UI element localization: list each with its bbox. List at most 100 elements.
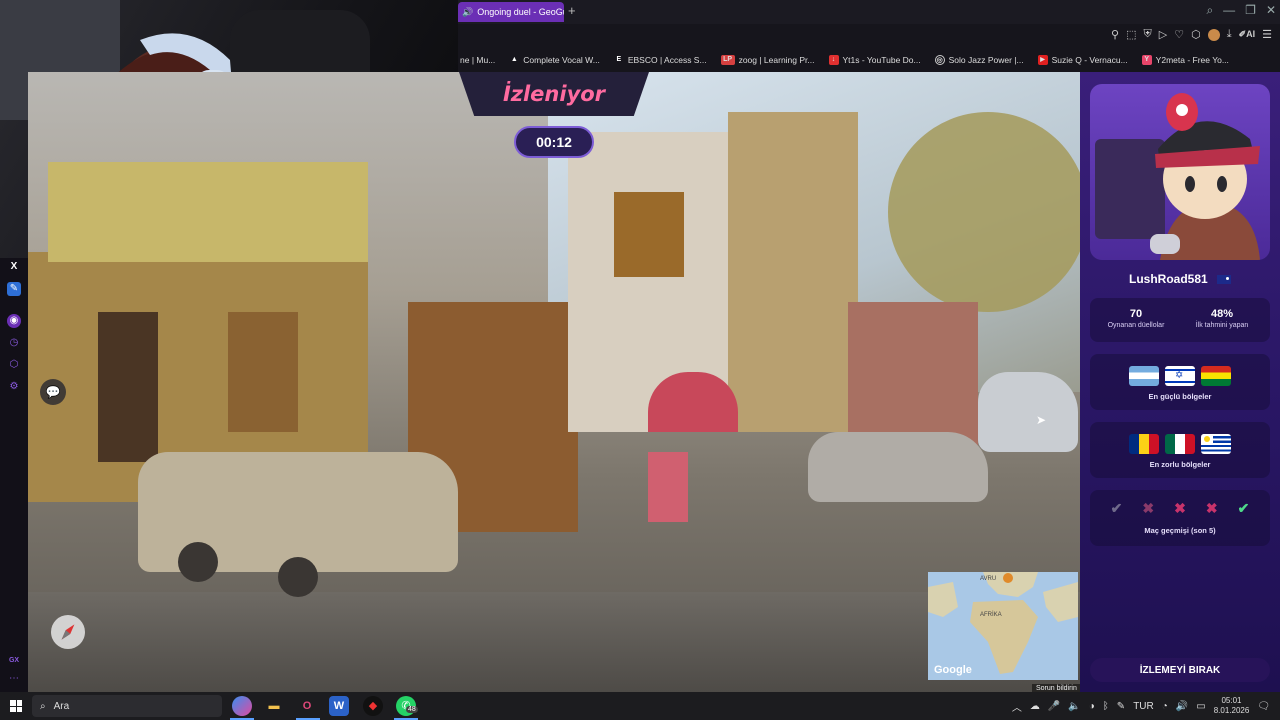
whatsapp-badge: 48 xyxy=(406,706,418,713)
browser-toolbar: ⚲ ⬚ ⛨ ▷ ♡ ⬡ ⤓ ✐AI ☰ xyxy=(458,24,1280,48)
street-view-building xyxy=(728,112,858,432)
globe-icon: ◎ xyxy=(934,55,945,65)
clock-time: 05:01 xyxy=(1221,696,1242,705)
ebsco-icon: E xyxy=(616,56,622,63)
weakest-regions-card: En zorlu bölgeler xyxy=(1090,422,1270,478)
snapshot-icon[interactable]: ⬚ xyxy=(1126,28,1136,41)
microphone-icon[interactable]: 🎤 xyxy=(1048,701,1060,712)
clock-date: 8.01.2026 xyxy=(1213,706,1250,715)
strongest-regions-label: En güçlü bölgeler xyxy=(1148,392,1212,401)
street-view[interactable] xyxy=(28,72,1080,692)
word-icon[interactable]: W xyxy=(329,696,349,716)
round-timer: 00:12 xyxy=(514,126,594,158)
street-view-car xyxy=(808,432,988,502)
ai-button[interactable]: ✐AI xyxy=(1239,29,1256,40)
bookmarks-bar: ne | Mu... ▲ Complete Vocal W... E EBSCO |… xyxy=(458,48,1280,72)
notes-icon[interactable]: ✎ xyxy=(7,282,21,296)
bluetooth-icon[interactable]: ᛒ xyxy=(1103,701,1109,712)
wifi-icon[interactable]: ◔ xyxy=(1162,701,1168,712)
notifications-icon[interactable]: 🗨 xyxy=(1257,701,1270,712)
player-icon[interactable]: ◉ xyxy=(7,314,21,328)
taskbar-search[interactable]: ⌕ Ara xyxy=(32,695,222,717)
youtube-icon: ▶ xyxy=(1037,55,1048,65)
battery-icon[interactable]: ▭ xyxy=(1196,701,1205,712)
history-result-icon: ✔ xyxy=(1110,500,1123,516)
settings-icon[interactable]: ⚙ xyxy=(7,380,21,394)
history-result-icon: ✖ xyxy=(1142,500,1155,516)
language-indicator[interactable]: TUR xyxy=(1133,701,1154,712)
opera-gx-icon[interactable]: O xyxy=(297,696,317,716)
copilot-icon[interactable] xyxy=(232,696,252,716)
minimize-icon[interactable]: — xyxy=(1223,3,1235,18)
file-explorer-icon[interactable]: ▬ xyxy=(264,696,284,716)
bookmark-item[interactable]: LP zoog | Learning Pr... xyxy=(720,55,815,65)
street-view-doorway xyxy=(98,312,158,462)
profile-avatar[interactable] xyxy=(1207,28,1220,41)
pin-icon[interactable]: ⚲ xyxy=(1111,28,1119,41)
download-icon[interactable]: ⤓ xyxy=(1227,28,1232,41)
cloud-icon[interactable]: ☁ xyxy=(1030,701,1040,712)
map-label-europe: AVRU xyxy=(980,576,997,582)
bookmark-item[interactable]: ▶ Suzie Q - Vernacu... xyxy=(1037,55,1128,65)
x-twitter-icon[interactable]: X xyxy=(7,260,21,274)
chat-button[interactable]: 💬 xyxy=(40,379,66,405)
volume-icon[interactable]: 🔊 xyxy=(1176,701,1188,712)
search-icon[interactable]: ⌕ xyxy=(1206,3,1213,18)
browser-sidebar: X ✎ ◉ ◷ ⬡ ⚙ GX ⋯ xyxy=(0,258,28,692)
shield-icon[interactable]: ⛨ xyxy=(1144,28,1152,41)
close-icon[interactable]: ✕ xyxy=(1266,3,1276,18)
street-view-sign xyxy=(614,192,684,277)
match-history-card: ✔ ✖ ✖ ✖ ✔ Maç geçmişi (son 5) xyxy=(1090,490,1270,546)
bookmark-item[interactable]: ↓ Yt1s - YouTube Do... xyxy=(828,55,921,65)
bookmark-item[interactable]: Y Y2meta - Free Yo... xyxy=(1141,55,1229,65)
bookmark-item[interactable]: ◎ Solo Jazz Power |... xyxy=(934,55,1024,65)
watching-banner: İzleniyor xyxy=(459,72,649,116)
compass[interactable] xyxy=(51,615,85,649)
clock[interactable]: 05:01 8.01.2026 xyxy=(1214,696,1250,716)
history-result-icon: ✖ xyxy=(1174,500,1186,516)
street-view-building xyxy=(48,162,368,262)
new-tab-button[interactable]: + xyxy=(568,3,576,18)
play-icon[interactable]: ▷ xyxy=(1159,28,1167,41)
speaker-icon[interactable]: 🔈 xyxy=(1068,701,1080,712)
uruguay-flag-icon xyxy=(1201,434,1231,454)
israel-flag-icon: ✡ xyxy=(1165,366,1195,386)
windows-start-icon[interactable] xyxy=(10,700,22,712)
strongest-regions-card: ✡ En güçlü bölgeler xyxy=(1090,354,1270,410)
match-history: ✔ ✖ ✖ ✖ ✔ xyxy=(1090,500,1270,517)
menu-icon[interactable]: ☰ xyxy=(1262,28,1272,41)
australia-flag-icon xyxy=(1217,275,1232,285)
history-icon[interactable]: ◷ xyxy=(7,336,21,350)
browser-titlebar: 🔊 Ongoing duel - GeoGu + ⌕ — ❐ ✕ xyxy=(458,0,1280,24)
stop-watching-button[interactable]: İZLEMEYİ BIRAK xyxy=(1090,658,1270,682)
bookmark-item[interactable]: ▲ Complete Vocal W... xyxy=(509,55,600,65)
argentina-flag-icon xyxy=(1129,366,1159,386)
mouse-cursor: ➤ xyxy=(1036,413,1047,427)
bookmark-item[interactable]: ne | Mu... xyxy=(460,55,495,65)
minimap[interactable]: AVRU AFRİKA Google xyxy=(928,572,1078,680)
street-view-building xyxy=(848,302,978,452)
street-view-shutters xyxy=(228,312,298,432)
street-view-wheel xyxy=(178,542,218,582)
heart-icon[interactable]: ♡ xyxy=(1174,28,1184,41)
mexico-flag-icon xyxy=(1165,434,1195,454)
tab-geoguessr[interactable]: 🔊 Ongoing duel - GeoGu xyxy=(458,2,564,22)
google-logo: Google xyxy=(934,664,972,676)
map-label-africa: AFRİKA xyxy=(980,612,1002,618)
chevron-up-icon[interactable]: ︿ xyxy=(1012,699,1022,714)
extensions-icon[interactable]: ⬡ xyxy=(1191,28,1201,41)
extensions-icon[interactable]: ⬡ xyxy=(7,358,21,372)
bookmark-item[interactable]: E EBSCO | Access S... xyxy=(614,55,706,65)
restore-icon[interactable]: ❐ xyxy=(1245,3,1256,18)
speaker-icon: 🔊 xyxy=(462,6,474,17)
avatar-image xyxy=(1095,93,1260,260)
more-icon[interactable]: ⋯ xyxy=(7,672,21,686)
stat-duels-played: 70 Oynanan düellolar xyxy=(1107,308,1165,329)
romania-flag-icon xyxy=(1129,434,1159,454)
pen-icon[interactable]: ✎ xyxy=(1117,701,1125,712)
match-history-label: Maç geçmişi (son 5) xyxy=(1144,526,1216,535)
player-name: LushRoad581 xyxy=(1080,272,1280,286)
discord-icon[interactable]: ◑ xyxy=(1089,701,1095,712)
app-icon[interactable]: ◆ xyxy=(363,696,383,716)
gx-icon[interactable]: GX xyxy=(7,654,21,668)
